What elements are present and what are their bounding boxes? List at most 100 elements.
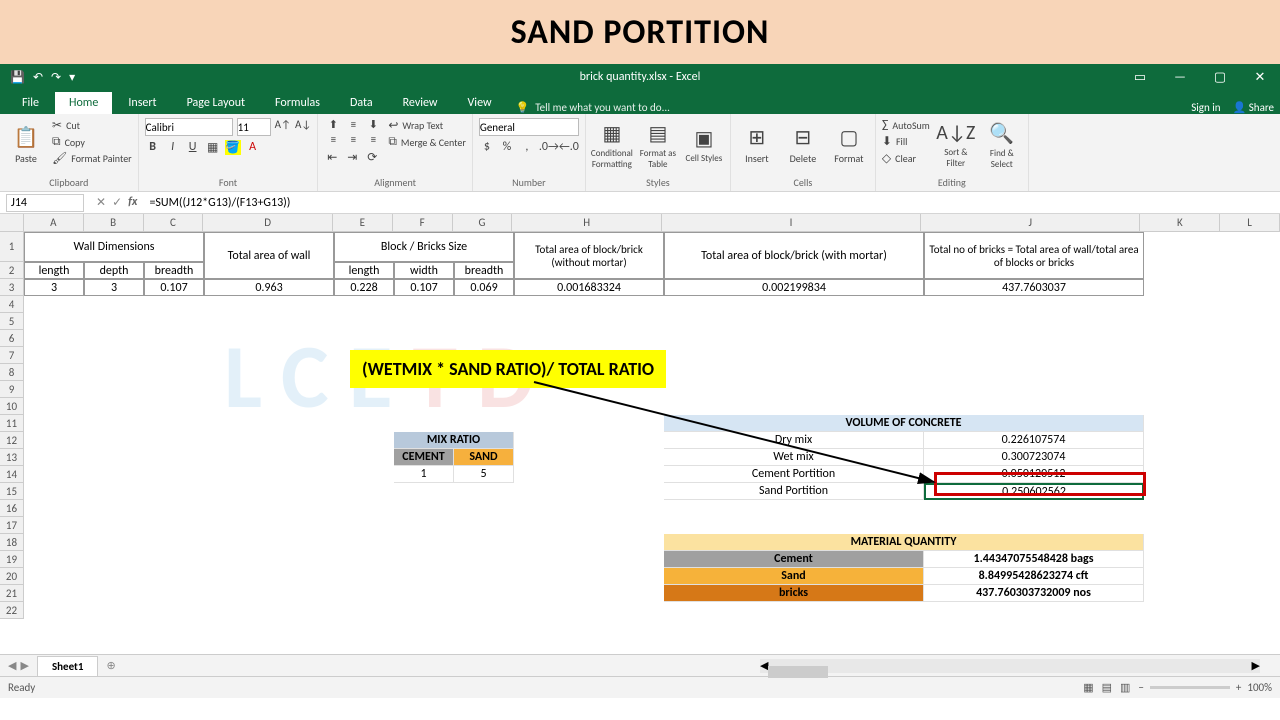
cell-wetmix[interactable]: Wet mix [664, 449, 924, 466]
copy-button[interactable]: ⧉Copy [52, 135, 132, 149]
cell-I3[interactable]: 0.002199834 [664, 279, 924, 296]
format-cells-button[interactable]: ▢Format [829, 118, 869, 172]
row-7[interactable]: 7 [0, 347, 24, 364]
cell-material-title[interactable]: MATERIAL QUANTITY [664, 534, 1144, 551]
insert-cells-button[interactable]: ⊞Insert [737, 118, 777, 172]
cell-A2[interactable]: length [24, 262, 84, 279]
delete-cells-button[interactable]: ⊟Delete [783, 118, 823, 172]
shrink-font-icon[interactable]: A↓ [295, 118, 311, 136]
redo-icon[interactable]: ↷ [51, 70, 61, 85]
cell-total-bricks[interactable]: Total no of bricks = Total area of wall/… [924, 232, 1144, 279]
row-4[interactable]: 4 [0, 296, 24, 313]
zoom-slider[interactable] [1150, 686, 1230, 689]
row-15[interactable]: 15 [0, 483, 24, 500]
zoom-in-icon[interactable]: + [1236, 681, 1241, 694]
align-top-icon[interactable]: ⬆ [324, 118, 342, 131]
cell-cementp[interactable]: Cement Portition [664, 466, 924, 483]
tab-data[interactable]: Data [336, 92, 387, 114]
cell-H3[interactable]: 0.001683324 [514, 279, 664, 296]
currency-icon[interactable]: $ [479, 140, 495, 154]
col-L[interactable]: L [1220, 214, 1280, 231]
col-K[interactable]: K [1140, 214, 1220, 231]
font-size-select[interactable] [237, 118, 271, 136]
cell-drymix[interactable]: Dry mix [664, 432, 924, 449]
tab-file[interactable]: File [8, 92, 53, 114]
tab-review[interactable]: Review [389, 92, 452, 114]
cell-B2[interactable]: depth [84, 262, 144, 279]
cell-cement-v[interactable]: 1 [394, 466, 454, 483]
paste-button[interactable]: 📋Paste [6, 118, 46, 172]
tab-page-layout[interactable]: Page Layout [173, 92, 259, 114]
accept-formula-icon[interactable]: ✓ [112, 195, 122, 210]
col-J[interactable]: J [921, 214, 1140, 231]
cell-mat-cement-v[interactable]: 1.44347075548428 bags [924, 551, 1144, 568]
tab-home[interactable]: Home [55, 92, 112, 114]
col-I[interactable]: I [662, 214, 921, 231]
cells-area[interactable]: LCETD Wall Dimensions Total area of wall… [24, 232, 1280, 619]
row-8[interactable]: 8 [0, 364, 24, 381]
undo-icon[interactable]: ↶ [33, 70, 43, 85]
row-18[interactable]: 18 [0, 534, 24, 551]
fill-color-button[interactable]: 🪣 [225, 140, 241, 155]
cell-G2[interactable]: breadth [454, 262, 514, 279]
cell-C3[interactable]: 0.107 [144, 279, 204, 296]
cancel-formula-icon[interactable]: ✕ [96, 195, 106, 210]
row-11[interactable]: 11 [0, 415, 24, 432]
grow-font-icon[interactable]: A↑ [275, 118, 291, 136]
underline-button[interactable]: U [185, 140, 201, 155]
row-10[interactable]: 10 [0, 398, 24, 415]
cell-sand-h[interactable]: SAND [454, 449, 514, 466]
formula-input[interactable]: =SUM((J12*G13)/(F13+G13)) [143, 196, 1280, 210]
sheet-nav-next-icon[interactable]: ▶ [20, 659, 28, 672]
qat-dropdown-icon[interactable]: ▾ [69, 70, 75, 85]
cell-F2[interactable]: width [394, 262, 454, 279]
maximize-icon[interactable]: ▢ [1200, 64, 1240, 90]
cell-mat-bricks[interactable]: bricks [664, 585, 924, 602]
horizontal-scrollbar[interactable]: ◀ ▶ [760, 659, 1260, 673]
fill-button[interactable]: ⬇Fill [882, 134, 930, 149]
cell-B3[interactable]: 3 [84, 279, 144, 296]
cell-D3[interactable]: 0.963 [204, 279, 334, 296]
tab-insert[interactable]: Insert [114, 92, 170, 114]
tab-view[interactable]: View [454, 92, 506, 114]
conditional-formatting-button[interactable]: ▦Conditional Formatting [592, 118, 632, 172]
indent-inc-icon[interactable]: ⇥ [344, 150, 360, 165]
row-3[interactable]: 3 [0, 279, 24, 296]
cut-button[interactable]: ✂Cut [52, 118, 132, 133]
cell-block-size[interactable]: Block / Bricks Size [334, 232, 514, 262]
col-E[interactable]: E [333, 214, 393, 231]
row-1[interactable]: 1 [0, 232, 24, 262]
sheet-nav-prev-icon[interactable]: ◀ [8, 659, 16, 672]
view-normal-icon[interactable]: ▦ [1083, 681, 1093, 694]
cell-area-mortar[interactable]: Total area of block/brick (with mortar) [664, 232, 924, 279]
view-page-break-icon[interactable]: ▥ [1120, 681, 1130, 694]
cell-mat-bricks-v[interactable]: 437.760303732009 nos [924, 585, 1144, 602]
sign-in-link[interactable]: Sign in [1191, 101, 1220, 114]
tab-formulas[interactable]: Formulas [261, 92, 334, 114]
cell-sand-v[interactable]: 5 [454, 466, 514, 483]
italic-button[interactable]: I [165, 140, 181, 155]
autosum-button[interactable]: ∑AutoSum [882, 118, 930, 132]
orientation-icon[interactable]: ⟳ [364, 150, 380, 165]
col-G[interactable]: G [453, 214, 513, 231]
cell-cement-h[interactable]: CEMENT [394, 449, 454, 466]
row-6[interactable]: 6 [0, 330, 24, 347]
dec-decimal-icon[interactable]: ←.0 [559, 140, 575, 154]
minimize-icon[interactable]: — [1160, 64, 1200, 90]
tell-me-search[interactable]: 💡 Tell me what you want to do... [508, 101, 678, 114]
col-H[interactable]: H [512, 214, 662, 231]
cell-mat-cement[interactable]: Cement [664, 551, 924, 568]
comma-icon[interactable]: , [519, 140, 535, 154]
name-box[interactable]: J14 [6, 194, 84, 212]
fx-icon[interactable]: fx [128, 195, 137, 210]
cell-total-area-wall[interactable]: Total area of wall [204, 232, 334, 279]
col-D[interactable]: D [203, 214, 333, 231]
cell-styles-button[interactable]: ▣Cell Styles [684, 118, 724, 172]
cell-C2[interactable]: breadth [144, 262, 204, 279]
cell-G3[interactable]: 0.069 [454, 279, 514, 296]
row-13[interactable]: 13 [0, 449, 24, 466]
scroll-thumb[interactable] [768, 666, 828, 678]
row-9[interactable]: 9 [0, 381, 24, 398]
row-22[interactable]: 22 [0, 602, 24, 619]
cell-J3[interactable]: 437.7603037 [924, 279, 1144, 296]
